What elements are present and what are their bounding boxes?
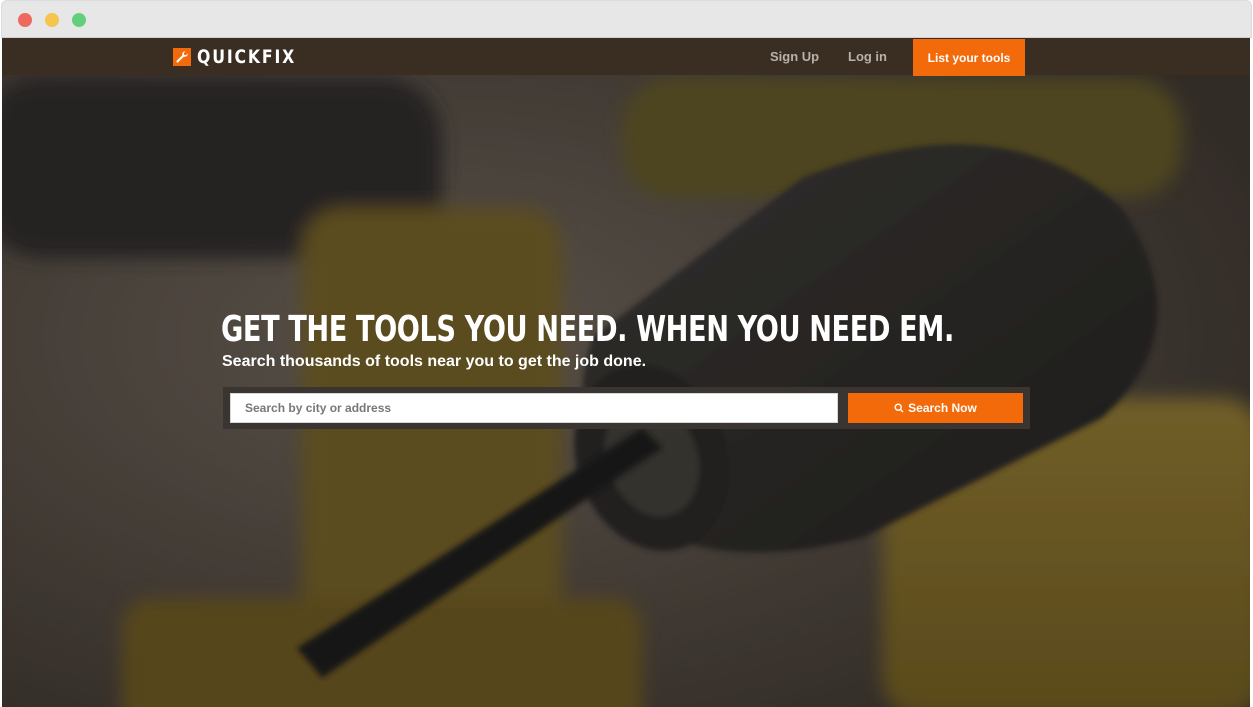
browser-window: QUICKFIX Sign Up Log in List your tools …: [0, 0, 1253, 707]
wrench-icon: [173, 48, 191, 66]
list-your-tools-button[interactable]: List your tools: [913, 39, 1025, 76]
top-navbar: QUICKFIX Sign Up Log in List your tools: [2, 38, 1250, 76]
search-icon: [894, 403, 904, 413]
window-titlebar: [1, 0, 1252, 38]
search-bar: Search Now: [223, 387, 1030, 429]
maximize-window-button[interactable]: [72, 13, 86, 27]
brand-name: QUICKFIX: [197, 46, 297, 68]
page-viewport: QUICKFIX Sign Up Log in List your tools …: [2, 38, 1250, 707]
minimize-window-button[interactable]: [45, 13, 59, 27]
login-link[interactable]: Log in: [848, 49, 887, 64]
brand-logo[interactable]: QUICKFIX: [173, 46, 305, 68]
hero-headline: GET THE TOOLS YOU NEED. WHEN YOU NEED EM…: [221, 309, 954, 350]
search-now-button[interactable]: Search Now: [848, 393, 1023, 423]
search-now-label: Search Now: [908, 401, 977, 415]
hero-background-image: [2, 38, 1250, 707]
hero-subheading: Search thousands of tools near you to ge…: [222, 353, 647, 370]
location-search-input[interactable]: [230, 393, 838, 423]
close-window-button[interactable]: [18, 13, 32, 27]
signup-link[interactable]: Sign Up: [770, 49, 819, 64]
